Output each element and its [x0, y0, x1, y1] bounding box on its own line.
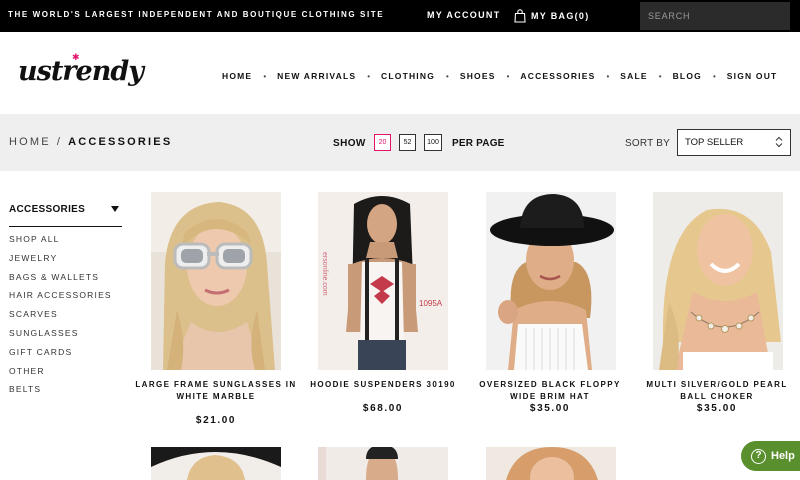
nav-separator: •	[658, 71, 662, 81]
product-price: $68.00	[362, 403, 404, 414]
product-name[interactable]: HOODIE SUSPENDERS 30190	[300, 379, 466, 391]
nav-separator: •	[446, 71, 449, 81]
nav-blog[interactable]: BLOG	[673, 71, 702, 81]
sidebar-item-scarves[interactable]: SCARVES	[9, 309, 112, 328]
product-image[interactable]	[486, 447, 616, 480]
sort-select[interactable]: TOP SELLER	[677, 129, 791, 156]
show-label: SHOW	[333, 138, 366, 149]
nav-home[interactable]: HOME	[222, 71, 252, 81]
help-button[interactable]: ? Help	[741, 441, 800, 471]
shopping-bag-icon	[514, 9, 526, 23]
sidebar-item-jewelry[interactable]: JEWELRY	[9, 253, 112, 272]
sidebar-item-hair-accessories[interactable]: HAIR ACCESSORIES	[9, 290, 112, 309]
sort-label: SORT BY	[625, 138, 670, 149]
product-image[interactable]: ersonline.com 1095A	[318, 192, 448, 370]
photo-tag-text: 1095A	[419, 299, 443, 308]
site-logo[interactable]: ustrendy	[18, 58, 144, 85]
nav-separator: •	[606, 71, 610, 81]
product-name[interactable]: LARGE FRAME SUNGLASSES IN WHITE MARBLE	[133, 379, 299, 402]
nav-separator: •	[712, 71, 716, 81]
help-icon: ?	[751, 448, 766, 464]
nav-sign-out[interactable]: SIGN OUT	[727, 71, 778, 81]
product-price: $35.00	[696, 403, 738, 414]
nav-separator: •	[506, 71, 510, 81]
breadcrumb: HOME / ACCESSORIES	[9, 136, 172, 148]
product-price: $21.00	[195, 415, 237, 426]
nav-new-arrivals[interactable]: NEW ARRIVALS	[277, 71, 356, 81]
sidebar-category-title[interactable]: ACCESSORIES	[9, 204, 85, 215]
sort-value: TOP SELLER	[685, 137, 744, 148]
sidebar-item-gift-cards[interactable]: GIFT CARDS	[9, 347, 112, 366]
site-tagline: THE WORLD'S LARGEST INDEPENDENT AND BOUT…	[8, 10, 385, 19]
listing-toolbar: HOME / ACCESSORIES SHOW 20 52 100 PER PAGE…	[0, 114, 800, 171]
breadcrumb-current: ACCESSORIES	[68, 136, 173, 148]
top-bar: THE WORLD'S LARGEST INDEPENDENT AND BOUT…	[0, 0, 800, 32]
per-page-20-button[interactable]: 20	[374, 134, 391, 151]
product-image[interactable]	[653, 192, 783, 370]
product-name[interactable]: MULTI SILVER/GOLD PEARL BALL CHOKER	[634, 379, 800, 402]
search-input[interactable]	[640, 2, 790, 30]
sidebar-item-sunglasses[interactable]: SUNGLASSES	[9, 328, 112, 347]
product-image[interactable]	[151, 447, 281, 480]
sidebar-item-belts[interactable]: BELTS	[9, 384, 112, 403]
sidebar-category-list: SHOP ALL JEWELRY BAGS & WALLETS HAIR ACC…	[9, 234, 112, 403]
sidebar-divider	[9, 226, 122, 227]
my-bag-label: MY BAG(0)	[531, 11, 590, 21]
per-page-label: PER PAGE	[452, 138, 505, 149]
main-nav: HOME • NEW ARRIVALS • CLOTHING • SHOES •…	[222, 71, 777, 81]
product-image[interactable]	[318, 447, 448, 480]
my-account-link[interactable]: MY ACCOUNT	[427, 10, 501, 20]
nav-accessories[interactable]: ACCESSORIES	[520, 71, 595, 81]
breadcrumb-separator: /	[56, 136, 63, 148]
sidebar-item-shop-all[interactable]: SHOP ALL	[9, 234, 112, 253]
per-page-52-button[interactable]: 52	[399, 134, 416, 151]
product-image[interactable]	[151, 192, 281, 370]
per-page-100-button[interactable]: 100	[424, 134, 442, 151]
logo-star-icon: ✱	[72, 52, 80, 62]
product-price: $35.00	[529, 403, 571, 414]
nav-separator: •	[367, 71, 371, 81]
caret-down-icon[interactable]	[111, 206, 119, 212]
nav-shoes[interactable]: SHOES	[460, 71, 496, 81]
help-label: Help	[771, 450, 795, 462]
select-chevron-icon	[775, 136, 783, 148]
watermark-text: ersonline.com	[321, 252, 328, 296]
my-bag-link[interactable]: MY BAG(0)	[514, 7, 590, 25]
product-image[interactable]	[486, 192, 616, 370]
product-name[interactable]: OVERSIZED BLACK FLOPPY WIDE BRIM HAT	[467, 379, 633, 402]
nav-clothing[interactable]: CLOTHING	[381, 71, 435, 81]
nav-sale[interactable]: SALE	[620, 71, 647, 81]
breadcrumb-home[interactable]: HOME	[9, 136, 51, 148]
sidebar-item-other[interactable]: OTHER	[9, 366, 112, 385]
sidebar-item-bags-wallets[interactable]: BAGS & WALLETS	[9, 272, 112, 291]
nav-separator: •	[263, 71, 267, 81]
